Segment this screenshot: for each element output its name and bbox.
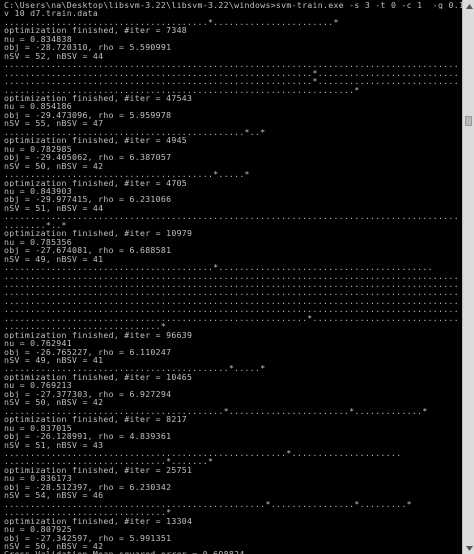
console-line: ........................................… [4,77,459,86]
console-line: nSV = 52, nBSV = 44 [4,51,104,61]
vertical-scrollbar[interactable] [462,0,474,554]
console-line: v 10 d7.train.data [4,9,99,18]
console-line: optimization finished, #iter = 4945 [4,136,188,145]
console-line: nu = 0.854186 [4,102,72,111]
console-line: nu = 0.782985 [4,144,72,154]
console-line: nu = 0.785356 [4,237,72,247]
console-line: ........................................… [4,263,433,272]
console-line: optimization finished, #iter = 10465 [4,372,193,382]
console-line: optimization finished, #iter = 13304 [4,516,193,526]
console-line: ........................................… [4,305,459,314]
console-line: obj = -29.977415, rho = 6.231066 [4,195,172,204]
console-line: nSV = 49, nBSV = 41 [4,356,104,365]
console-line: nSV = 49, nBSV = 41 [4,254,104,264]
console-line: nu = 0.807925 [4,525,72,534]
console-line: ........................................… [4,313,459,323]
console-line: nSV = 51, nBSV = 44 [4,203,104,213]
console-line: ........*..* [4,220,67,230]
console-line: obj = -27.377303, rho = 6.927294 [4,389,172,399]
console-line: optimization finished, #iter = 7348 [4,26,188,35]
console-line: optimization finished, #iter = 96639 [4,330,193,340]
console-line: nu = 0.769213 [4,381,72,390]
console-line: ...............................* [4,508,172,517]
console-line: ........................................… [4,68,459,78]
console-line: ........................................… [4,60,459,69]
console-output: C:\Users\na\Desktop\libsvm-3.22\libsvm-3… [4,1,462,554]
console-line: obj = -28.720310, rho = 5.590991 [4,43,172,52]
console-line: obj = -26.765227, rho = 6.110247 [4,347,172,357]
console-line: obj = -29.405062, rho = 6.387057 [4,153,172,162]
console-line: nSV = 50, nBSV = 42 [4,161,104,171]
console-line: optimization finished, #iter = 10979 [4,229,193,238]
console-line: .......................................*… [4,17,339,27]
console-line: ........................................… [4,85,360,94]
console-line: obj = -26.128991, rho = 4.839361 [4,432,172,441]
console-line: optimization finished, #iter = 47543 [4,93,193,103]
console-line: ........................................… [4,364,266,373]
console-line: ..............................* [4,322,167,331]
console-line: nu = 0.843903 [4,186,72,196]
console-line: ........................................… [4,170,250,179]
console-line: C:\Users\na\Desktop\libsvm-3.22\libsvm-3… [4,1,462,10]
scroll-up-icon[interactable] [464,1,474,11]
console-line: ...............................*.......* [4,457,214,466]
console-line: nu = 0.762941 [4,339,72,348]
console-line: optimization finished, #iter = 4705 [4,178,188,187]
console-line: ........................................… [4,499,412,509]
console-line: nu = 0.837015 [4,423,72,433]
console-line: obj = -27.342597, rho = 5.991351 [4,533,172,542]
scroll-down-icon[interactable] [464,543,474,553]
console-line: nSV = 50, nBSV = 42 [4,398,104,407]
console-line: obj = -28.512397, rho = 6.230342 [4,482,172,492]
console-line: optimization finished, #iter = 8217 [4,415,188,424]
console-line: nu = 0.836173 [4,474,72,483]
console-line: nSV = 54, nBSV = 46 [4,491,104,500]
console-line: ........................................… [4,279,459,289]
console-line: ........................................… [4,127,266,137]
console-line: nSV = 50, nBSV = 42 [4,542,104,551]
scroll-thumb[interactable] [465,116,472,126]
console-line: optimization finished, #iter = 25751 [4,465,193,475]
console-line: obj = -27.674081, rho = 6.688581 [4,246,172,255]
console-line: nSV = 55, nBSV = 47 [4,119,104,128]
console-line: ........................................… [4,288,459,297]
console-line: ........................................… [4,296,459,306]
console-line: nSV = 51, nBSV = 43 [4,440,104,450]
console-window[interactable]: C:\Users\na\Desktop\libsvm-3.22\libsvm-3… [0,0,474,554]
console-line: ........................................… [4,406,428,416]
console-line: Cross Validation Mean squared error = 0.… [4,550,462,554]
console-line: ........................................… [4,271,459,280]
console-line: ........................................… [4,449,402,458]
console-line: obj = -29.473096, rho = 5.959978 [4,110,172,120]
console-line: ........................................… [4,212,459,221]
console-line: nu = 0.834838 [4,34,72,44]
